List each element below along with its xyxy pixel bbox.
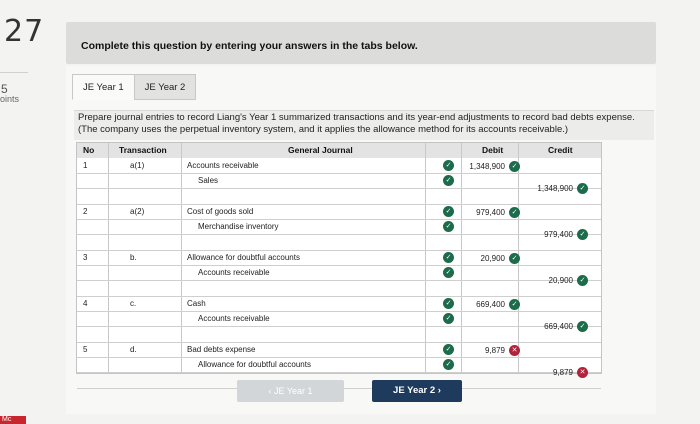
- next-tab-button[interactable]: JE Year 2 ›: [372, 380, 462, 402]
- check-circle-icon: ✓: [443, 221, 454, 232]
- check-circle-icon: ✓: [443, 298, 454, 309]
- column-divider: [461, 143, 462, 373]
- debit-amount-field[interactable]: 9,879: [485, 346, 505, 355]
- row-separator: [77, 311, 601, 312]
- check-circle-icon: ✓: [443, 252, 454, 263]
- credit-amount-field[interactable]: 9,879: [553, 368, 573, 377]
- points-label: oints: [0, 94, 20, 104]
- row-separator: [77, 296, 601, 297]
- x-circle-icon: ✕: [577, 367, 588, 378]
- check-circle-icon: ✓: [577, 321, 588, 332]
- check-circle-icon: ✓: [443, 160, 454, 171]
- row-separator: [77, 357, 601, 358]
- row-separator: [77, 219, 601, 220]
- check-circle-icon: ✓: [443, 206, 454, 217]
- check-circle-icon: ✓: [509, 299, 520, 310]
- credit-account-field[interactable]: Merchandise inventory: [198, 222, 278, 231]
- row-separator: [77, 280, 601, 281]
- check-circle-icon: ✓: [443, 313, 454, 324]
- entry-number: 1: [83, 161, 88, 170]
- column-divider: [181, 143, 182, 373]
- header-no: No: [83, 145, 95, 155]
- row-separator: [77, 204, 601, 205]
- column-divider: [425, 143, 426, 373]
- check-circle-icon: ✓: [443, 344, 454, 355]
- x-circle-icon: ✕: [509, 345, 520, 356]
- tab-je-year-2[interactable]: JE Year 2: [133, 74, 197, 100]
- credit-amount-field[interactable]: 979,400: [544, 230, 573, 239]
- prompt-text: Prepare journal entries to record Liang'…: [78, 112, 635, 135]
- question-number: 27: [4, 14, 45, 49]
- prev-tab-button[interactable]: ‹ JE Year 1: [237, 380, 344, 402]
- entry-number: 3: [83, 253, 88, 262]
- tab-je-year-1[interactable]: JE Year 1: [72, 74, 135, 100]
- column-divider: [108, 143, 109, 373]
- debit-amount-field[interactable]: 20,900: [481, 254, 505, 263]
- entry-transaction: b.: [130, 253, 137, 262]
- debit-account-field[interactable]: Cash: [187, 299, 206, 308]
- instruction-banner: Complete this question by entering your …: [66, 22, 656, 64]
- check-circle-icon: ✓: [443, 267, 454, 278]
- credit-account-field[interactable]: Accounts receivable: [198, 268, 270, 277]
- credit-amount-field[interactable]: 669,400: [544, 322, 573, 331]
- credit-account-field[interactable]: Allowance for doubtful accounts: [198, 360, 311, 369]
- debit-amount-field[interactable]: 1,348,900: [469, 162, 505, 171]
- check-circle-icon: ✓: [443, 359, 454, 370]
- debit-account-field[interactable]: Bad debts expense: [187, 345, 256, 354]
- entry-transaction: c.: [130, 299, 137, 308]
- entry-transaction: a(2): [130, 207, 145, 216]
- check-circle-icon: ✓: [509, 207, 520, 218]
- entry-transaction: a(1): [130, 161, 145, 170]
- entry-transaction: d.: [130, 345, 137, 354]
- row-separator: [77, 342, 601, 343]
- check-circle-icon: ✓: [577, 229, 588, 240]
- header-transaction: Transaction: [119, 145, 167, 155]
- debit-amount-field[interactable]: 979,400: [476, 208, 505, 217]
- header-credit: Credit: [548, 145, 573, 155]
- instruction-text: Complete this question by entering your …: [81, 40, 418, 52]
- row-separator: [77, 173, 601, 174]
- credit-account-field[interactable]: Accounts receivable: [198, 314, 270, 323]
- row-separator: [77, 234, 601, 235]
- check-circle-icon: ✓: [443, 175, 454, 186]
- debit-account-field[interactable]: Accounts receivable: [187, 161, 259, 170]
- brand-logo: Mc: [0, 416, 26, 424]
- row-separator: [77, 188, 601, 189]
- row-separator: [77, 326, 601, 327]
- entry-number: 5: [83, 345, 88, 354]
- row-separator: [77, 265, 601, 266]
- debit-account-field[interactable]: Allowance for doubtful accounts: [187, 253, 300, 262]
- row-separator: [77, 250, 601, 251]
- row-separator: [77, 372, 601, 373]
- entry-number: 2: [83, 207, 88, 216]
- debit-account-field[interactable]: Cost of goods sold: [187, 207, 253, 216]
- header-debit: Debit: [482, 145, 504, 155]
- check-circle-icon: ✓: [577, 183, 588, 194]
- check-circle-icon: ✓: [577, 275, 588, 286]
- header-general-journal: General Journal: [288, 145, 353, 155]
- entry-number: 4: [83, 299, 88, 308]
- credit-amount-field[interactable]: 20,900: [549, 276, 573, 285]
- table-header: No Transaction General Journal Debit Cre…: [77, 143, 601, 158]
- check-circle-icon: ✓: [509, 161, 520, 172]
- journal-table: No Transaction General Journal Debit Cre…: [76, 142, 602, 389]
- tab-bar: JE Year 1 JE Year 2: [72, 74, 197, 100]
- check-circle-icon: ✓: [509, 253, 520, 264]
- prompt-box: Prepare journal entries to record Liang'…: [74, 110, 654, 140]
- credit-amount-field[interactable]: 1,348,900: [537, 184, 573, 193]
- credit-account-field[interactable]: Sales: [198, 176, 218, 185]
- divider: [0, 72, 28, 73]
- debit-amount-field[interactable]: 669,400: [476, 300, 505, 309]
